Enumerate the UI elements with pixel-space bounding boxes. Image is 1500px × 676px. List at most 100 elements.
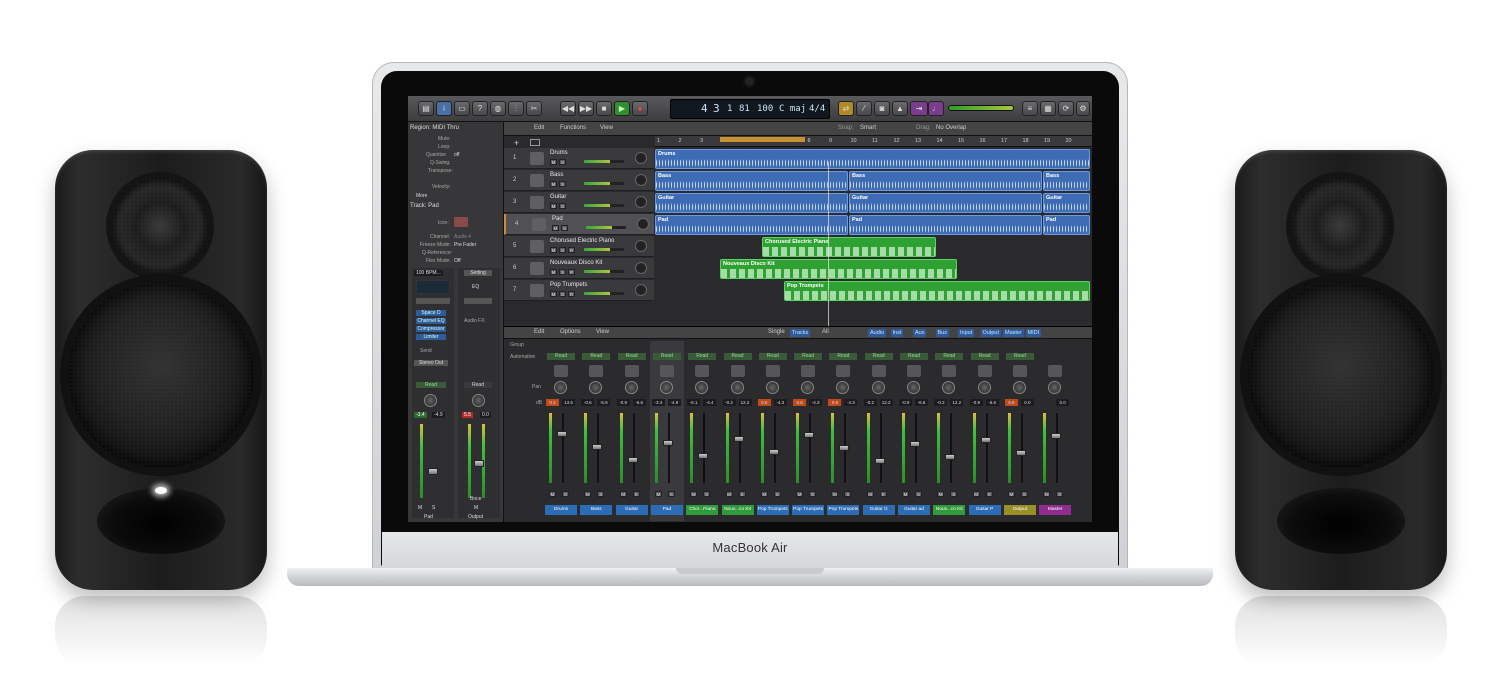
automation-mode[interactable]: Read xyxy=(970,353,999,360)
automation-mode[interactable]: Read xyxy=(900,353,928,360)
solo-button[interactable]: S xyxy=(667,491,675,497)
mixer-filter-button[interactable]: Aux xyxy=(913,329,927,337)
pan-knob[interactable] xyxy=(695,381,709,394)
track-volume-slider[interactable] xyxy=(584,204,624,207)
mute-button[interactable]: M xyxy=(972,491,980,497)
pan-knob[interactable] xyxy=(659,381,673,394)
track-header[interactable]: 6 Nouveaux Disco Kit M S R xyxy=(504,258,654,279)
solo-button[interactable]: S xyxy=(844,491,852,497)
solo-button[interactable]: S xyxy=(879,491,887,497)
mute-button[interactable]: M xyxy=(725,491,733,497)
mute-button[interactable]: M xyxy=(866,491,874,497)
mixer-filter-button[interactable]: Inst xyxy=(890,329,904,337)
track-header[interactable]: 2 Bass M S xyxy=(504,170,654,191)
volume-fader[interactable] xyxy=(627,457,638,463)
pan-knob[interactable] xyxy=(624,381,638,394)
pan-knob[interactable] xyxy=(424,394,437,407)
mixer-filter-button[interactable]: Master xyxy=(1003,329,1024,337)
automation-mode[interactable]: Read xyxy=(864,353,893,360)
add-track-icon[interactable]: + xyxy=(514,138,519,148)
solo-button[interactable]: S xyxy=(559,203,566,209)
channel-name[interactable]: Master xyxy=(1039,505,1072,515)
mute-button[interactable]: M xyxy=(619,491,627,497)
mute-button[interactable]: M xyxy=(549,491,556,497)
mixer-filter-button[interactable]: MIDI xyxy=(1025,329,1042,337)
solo-button[interactable]: S xyxy=(985,491,993,497)
automation-mode[interactable]: Read xyxy=(688,353,717,360)
volume-fader[interactable] xyxy=(557,431,567,437)
channel-name[interactable]: Guitar P xyxy=(968,505,1001,515)
pan-knob[interactable] xyxy=(942,381,956,394)
cycle-region[interactable] xyxy=(720,137,805,142)
forward-button[interactable]: ▶▶ xyxy=(578,101,594,116)
track-name[interactable]: Drums xyxy=(550,150,568,156)
mute-button[interactable]: M xyxy=(584,491,592,497)
region-pad[interactable]: Pad xyxy=(849,215,1042,235)
track-pan-knob[interactable] xyxy=(635,284,647,296)
automation-mode[interactable]: Read xyxy=(582,353,611,360)
region-bass[interactable]: Bass xyxy=(1043,171,1090,191)
region-guitar[interactable]: Guitar xyxy=(1043,193,1090,213)
all-view-button[interactable]: All xyxy=(822,329,829,335)
pan-knob[interactable] xyxy=(871,381,885,394)
track-inspector-title[interactable]: Track: Pad xyxy=(410,203,439,209)
track-header[interactable]: 7 Pop Trumpets M S R xyxy=(504,280,654,301)
solo-button[interactable]: S xyxy=(950,491,958,497)
volume-fader[interactable] xyxy=(945,454,956,460)
track-volume-slider[interactable] xyxy=(586,226,626,229)
mute-button[interactable]: M xyxy=(690,491,698,497)
track-icon[interactable] xyxy=(454,217,468,227)
track-name[interactable]: Guitar xyxy=(550,194,566,200)
mute-button[interactable]: M xyxy=(831,491,839,497)
region-drums[interactable]: Drums xyxy=(655,149,1090,169)
quick-help-button[interactable]: ? xyxy=(472,101,488,116)
more-disclosure[interactable]: More xyxy=(416,193,427,199)
volume-fader[interactable] xyxy=(1051,433,1062,439)
mute-button[interactable]: M xyxy=(796,491,804,497)
mute-button[interactable]: M xyxy=(550,291,557,297)
playhead[interactable] xyxy=(828,162,829,346)
track-header[interactable]: 5 Chorused Electric Piano M S R xyxy=(504,236,654,257)
mixer-filter-button[interactable]: Audio xyxy=(868,329,887,337)
smart-controls-button[interactable]: ◍ xyxy=(490,101,506,116)
mute-button[interactable]: M xyxy=(550,203,557,209)
track-name[interactable]: Pad xyxy=(552,216,563,222)
track-pan-knob[interactable] xyxy=(635,196,647,208)
solo-button[interactable]: S xyxy=(632,491,640,497)
drag-select[interactable]: No Overlap xyxy=(936,125,966,131)
automation-mode[interactable]: Read xyxy=(1005,353,1034,360)
input-slot[interactable] xyxy=(416,298,450,304)
solo-button[interactable]: S xyxy=(562,491,569,497)
region-bass[interactable]: Bass xyxy=(849,171,1042,191)
channel-name[interactable]: Bass xyxy=(580,505,613,515)
region-pad[interactable]: Pad xyxy=(655,215,848,235)
track-name[interactable]: Pop Trumpets xyxy=(550,282,587,288)
track-header[interactable]: 1 Drums M S xyxy=(504,148,654,169)
count-in-button[interactable]: ⇥ xyxy=(910,101,928,116)
automation-mode[interactable]: Read xyxy=(935,353,964,360)
mixer-filter-button[interactable]: Output xyxy=(980,329,1002,337)
record-button[interactable]: ● xyxy=(632,101,648,116)
toolbar-button[interactable]: ▭ xyxy=(454,101,470,116)
single-view-button[interactable]: Single xyxy=(768,329,785,335)
mute-button[interactable]: M xyxy=(902,491,909,497)
automation-mode[interactable]: Read xyxy=(723,353,752,360)
solo-button[interactable]: S xyxy=(915,491,922,497)
solo-button[interactable]: S xyxy=(561,225,568,231)
volume-fader[interactable] xyxy=(910,441,920,447)
metronome-button[interactable]: ▲ xyxy=(892,101,908,116)
track-name[interactable]: Bass xyxy=(550,172,563,178)
cycle-button[interactable]: ⇄ xyxy=(838,101,854,116)
editors-button[interactable]: ✂ xyxy=(526,101,542,116)
mixer-view-menu[interactable]: View xyxy=(596,329,609,335)
functions-menu[interactable]: Functions xyxy=(560,125,586,131)
region-bass[interactable]: Bass xyxy=(655,171,848,191)
play-button[interactable]: ▶ xyxy=(614,101,630,116)
volume-fader[interactable] xyxy=(874,458,885,464)
global-tracks-icon[interactable] xyxy=(530,139,540,146)
track-pan-knob[interactable] xyxy=(635,240,647,252)
mixer-options-menu[interactable]: Options xyxy=(560,329,581,335)
pan-knob[interactable] xyxy=(730,381,744,394)
channel-name[interactable]: Pop Trumpets xyxy=(756,505,789,515)
track-volume-slider[interactable] xyxy=(584,292,624,295)
